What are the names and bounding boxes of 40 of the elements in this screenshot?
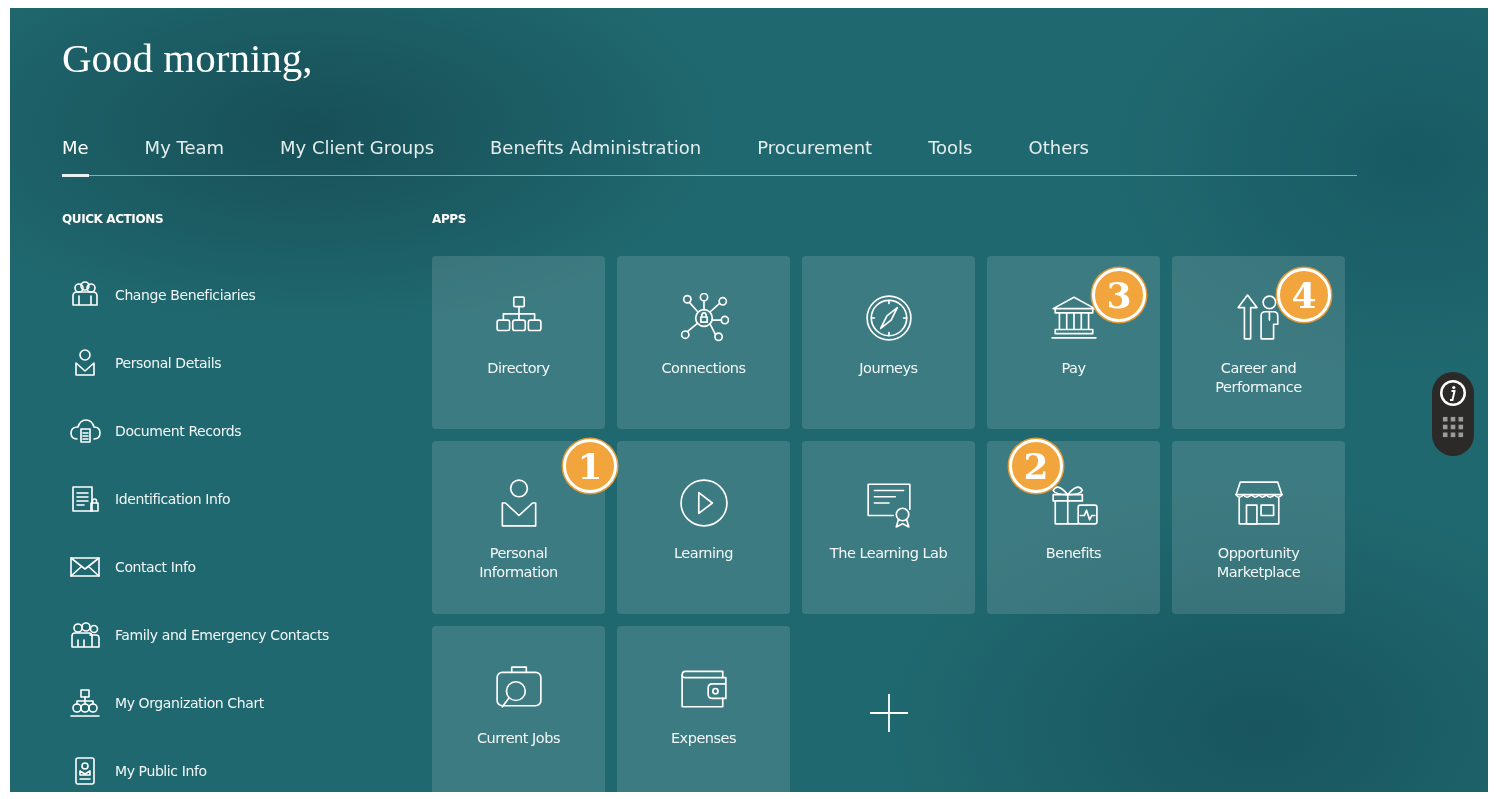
app-tile[interactable]: Connections [617, 256, 790, 429]
store-icon [1233, 478, 1284, 528]
callout-badge: 2 [1009, 439, 1063, 493]
quick-action-link[interactable]: Contact Info [62, 533, 196, 601]
nav-tab[interactable]: Others [1028, 134, 1089, 177]
apps-grid-icon[interactable] [1442, 416, 1464, 438]
app-tile[interactable]: Directory [432, 256, 605, 429]
nav-tab[interactable]: My Client Groups [280, 134, 434, 177]
quick-action-link[interactable]: Personal Details [62, 329, 222, 397]
nav-tab[interactable]: Me [62, 134, 89, 177]
app-tile[interactable]: Current Jobs [432, 626, 605, 792]
quick-action-link[interactable]: Identification Info [62, 465, 231, 533]
greeting-heading: Good morning, [62, 34, 314, 82]
play-icon [678, 478, 729, 528]
callout-badge: 1 [563, 439, 617, 493]
nav-tab[interactable]: My Team [144, 134, 225, 177]
app-tile[interactable]: Journeys [802, 256, 975, 429]
quick-action-link[interactable]: My Organization Chart [62, 669, 264, 737]
quick-action-link[interactable]: Family and Emergency Contacts [62, 601, 329, 669]
section-heading: QUICK ACTIONS [62, 212, 165, 228]
app-tile[interactable]: Learning [617, 441, 790, 614]
callout-badge: 4 [1277, 268, 1331, 322]
quick-action-link[interactable]: Document Records [62, 397, 242, 465]
callout-badge: 3 [1092, 268, 1146, 322]
app-tile[interactable]: Expenses [617, 626, 790, 792]
section-heading: APPS [432, 212, 467, 228]
family-icon [69, 619, 101, 651]
document-lock-icon [69, 483, 101, 515]
compass-icon [863, 293, 914, 343]
info-icon[interactable] [1438, 378, 1468, 408]
network-icon [678, 293, 729, 343]
app-tile[interactable]: The Learning Lab [802, 441, 975, 614]
quick-action-link[interactable]: My Public Info [62, 737, 207, 792]
quick-action-link[interactable]: Change Beneficiaries [62, 261, 256, 329]
org-chart-icon [69, 687, 101, 719]
nav-tab[interactable]: Benefits Administration [490, 134, 702, 177]
nav-tab[interactable]: Tools [928, 134, 973, 177]
add-icon[interactable] [868, 692, 909, 733]
app-tile[interactable]: Opportunity Marketplace [1172, 441, 1345, 614]
nav-tab[interactable]: Procurement [757, 134, 873, 177]
